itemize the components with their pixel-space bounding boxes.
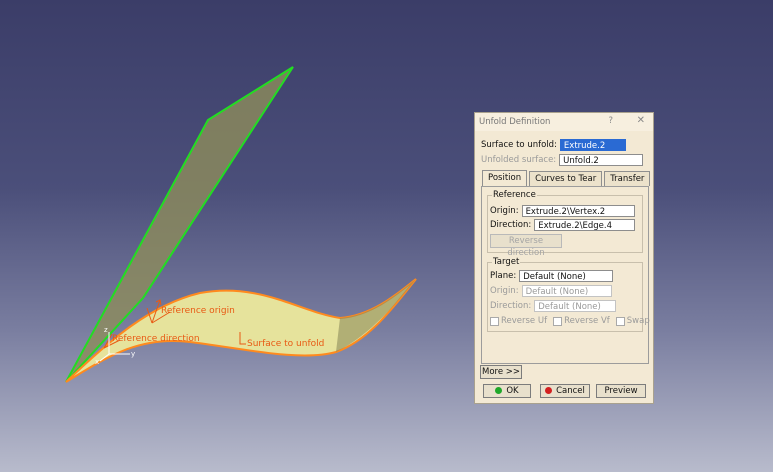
target-origin-label: Origin: (490, 286, 519, 296)
reference-origin-field-label: Origin: (490, 206, 519, 216)
reference-origin-label: Reference origin (161, 306, 235, 316)
reverse-uf-checkbox[interactable]: Reverse Uf (490, 316, 547, 326)
unfold-definition-dialog[interactable]: Unfold Definition ? ✕ Surface to unfold:… (474, 112, 654, 404)
reverse-vf-box (553, 316, 563, 326)
surface-to-unfold-label: Surface to unfold: (481, 140, 557, 150)
tab-curves-to-tear[interactable]: Curves to Tear (529, 171, 603, 186)
ok-icon (495, 387, 503, 394)
preview-button[interactable]: Preview (596, 384, 646, 398)
surface-to-unfold-label: Surface to unfold (247, 339, 324, 349)
unfolded-surface-field[interactable]: Unfold.2 (559, 154, 644, 166)
axis-y-label: y (131, 350, 135, 358)
unfolded-surface-label: Unfolded surface: (481, 155, 557, 165)
dialog-title: Unfold Definition (479, 117, 551, 127)
reference-group-title: Reference (492, 190, 537, 200)
swap-label: Swap (626, 316, 650, 326)
reverse-uf-label: Reverse Uf (501, 316, 548, 326)
target-plane-row: Plane: Default (None) (490, 270, 614, 282)
target-origin-field: Default (None) (521, 285, 612, 297)
reference-origin-field[interactable]: Extrude.2\Vertex.2 (521, 205, 635, 217)
3d-viewport[interactable]: Reference origin Reference direction z y… (0, 0, 773, 472)
surface-to-unfold-row: Surface to unfold: Extrude.2 (481, 139, 626, 151)
reference-direction-field-label: Direction: (490, 220, 532, 230)
reference-direction-label: Reference direction (112, 334, 200, 344)
reverse-direction-button[interactable]: Reverse direction (490, 234, 562, 258)
target-origin-row: Origin: Default (None) (490, 285, 612, 297)
reference-group: Reference Origin: Extrude.2\Vertex.2 Dir… (487, 190, 643, 258)
axis-z-label: z (104, 326, 108, 334)
tab-bar: Position Curves to Tear Transfer (482, 170, 652, 186)
reverse-uf-box (490, 316, 499, 326)
reference-origin-row: Origin: Extrude.2\Vertex.2 (490, 205, 635, 217)
target-group: Target Plane: Default (None) Origin: Def… (487, 257, 650, 332)
ok-label: OK (506, 386, 519, 396)
swap-checkbox[interactable]: Swap (615, 316, 650, 326)
surface-back-fold (336, 279, 416, 352)
target-plane-label: Plane: (490, 271, 517, 281)
tab-position[interactable]: Position (482, 170, 528, 186)
ok-button[interactable]: OK (483, 384, 531, 398)
reverse-vf-label: Reverse Vf (564, 316, 610, 326)
reference-direction-field[interactable]: Extrude.2\Edge.4 (534, 219, 636, 231)
close-icon[interactable]: ✕ (637, 115, 645, 126)
surface-to-unfold-field[interactable]: Extrude.2 (559, 139, 626, 151)
more-button[interactable]: More >> (480, 365, 522, 379)
help-icon[interactable]: ? (608, 116, 613, 126)
cancel-label: Cancel (556, 386, 585, 396)
axis-x-label: x (95, 358, 99, 366)
target-group-title: Target (492, 257, 521, 267)
target-direction-label: Direction: (490, 301, 532, 311)
swap-box (615, 316, 625, 326)
target-options-row: Reverse Uf Reverse Vf Swap (490, 316, 656, 326)
reverse-vf-checkbox[interactable]: Reverse Vf (553, 316, 610, 326)
cancel-button[interactable]: Cancel (540, 384, 590, 398)
position-panel: Reference Origin: Extrude.2\Vertex.2 Dir… (481, 186, 650, 364)
target-direction-row: Direction: Default (None) (490, 300, 617, 312)
target-direction-field: Default (None) (534, 300, 617, 312)
reference-direction-row: Direction: Extrude.2\Edge.4 (490, 219, 636, 231)
dialog-titlebar[interactable]: Unfold Definition ? ✕ (475, 113, 653, 131)
unfolded-surface-row: Unfolded surface: Unfold.2 (481, 154, 644, 166)
cancel-icon (545, 387, 553, 394)
target-plane-field[interactable]: Default (None) (519, 270, 614, 282)
tab-transfer[interactable]: Transfer (604, 171, 651, 186)
